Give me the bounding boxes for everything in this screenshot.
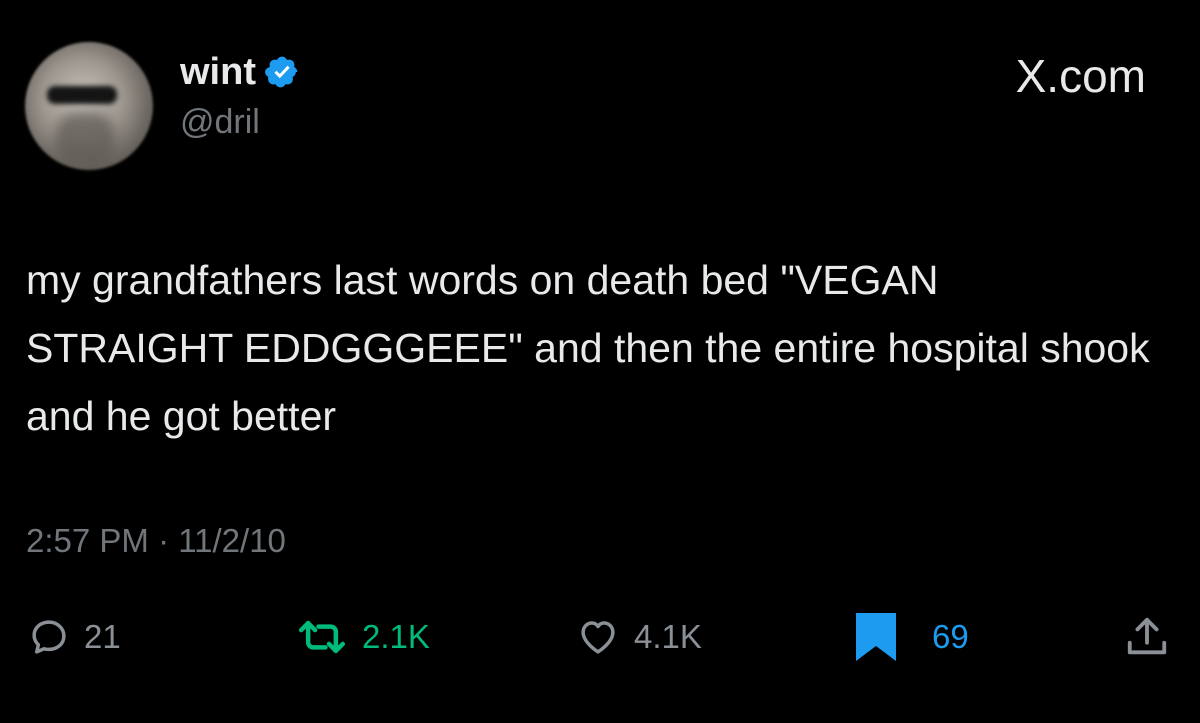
repost-icon bbox=[298, 620, 346, 654]
like-button[interactable]: 4.1K bbox=[576, 612, 702, 662]
name-row: wint bbox=[180, 50, 300, 94]
verified-badge-icon[interactable] bbox=[264, 54, 300, 90]
share-button[interactable] bbox=[1124, 612, 1170, 662]
repost-button[interactable]: 2.1K bbox=[296, 612, 430, 662]
meta-separator: · bbox=[158, 522, 170, 559]
avatar[interactable] bbox=[25, 42, 153, 170]
heart-icon bbox=[581, 621, 615, 654]
reply-icon bbox=[32, 620, 66, 654]
repost-count: 2.1K bbox=[362, 618, 430, 655]
tweet-meta: 2:57 PM · 11/2/10 bbox=[26, 521, 286, 561]
tweet-text: my grandfathers last words on death bed … bbox=[26, 257, 1150, 439]
avatar-face-shadow bbox=[55, 112, 115, 167]
share-icon bbox=[1127, 617, 1167, 655]
bookmark-button[interactable]: 69 bbox=[852, 612, 969, 662]
tweet-card: wint @dril X.com my grandfathers last wo… bbox=[0, 0, 1200, 723]
user-info: wint @dril bbox=[180, 50, 300, 142]
action-bar: 21 2.1K 4.1K 69 bbox=[0, 612, 1200, 662]
avatar-sunglasses bbox=[47, 86, 117, 104]
bookmark-count: 69 bbox=[932, 618, 969, 655]
reply-count: 21 bbox=[84, 618, 121, 655]
user-handle[interactable]: @dril bbox=[180, 102, 300, 142]
like-count: 4.1K bbox=[634, 618, 702, 655]
tweet-date[interactable]: 11/2/10 bbox=[178, 522, 286, 559]
display-name[interactable]: wint bbox=[180, 50, 256, 94]
bookmark-icon bbox=[856, 613, 896, 661]
brand-watermark: X.com bbox=[1015, 50, 1146, 102]
reply-button[interactable]: 21 bbox=[28, 612, 121, 662]
tweet-time[interactable]: 2:57 PM bbox=[26, 522, 149, 559]
